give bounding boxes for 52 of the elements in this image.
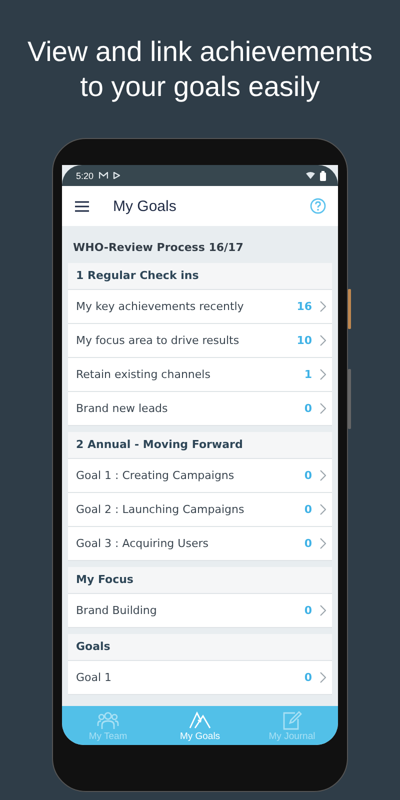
chevron-icon xyxy=(320,504,326,515)
goal-row[interactable]: Goal 3 : Acquiring Users 0 xyxy=(68,527,332,561)
goal-row[interactable]: Goal 1 : Creating Campaigns 0 xyxy=(68,459,332,493)
goal-row[interactable]: My focus area to drive results 10 xyxy=(68,324,332,358)
goal-label: My key achievements recently xyxy=(76,300,245,313)
section-header: Goals xyxy=(68,634,332,661)
goal-row[interactable]: Brand Building 0 xyxy=(68,594,332,628)
goal-count: 16 xyxy=(296,300,312,313)
goal-count: 0 xyxy=(304,469,312,482)
wifi-icon xyxy=(306,172,315,179)
section-header: 1 Regular Check ins xyxy=(68,263,332,290)
goal-count: 0 xyxy=(304,604,312,617)
section-header: My Focus xyxy=(68,567,332,594)
page-title: WHO-Review Process 16/17 xyxy=(72,240,244,256)
goal-label: Brand new leads xyxy=(76,402,169,415)
mountain-icon xyxy=(189,710,211,730)
goal-label: Goal 1 xyxy=(76,671,113,684)
chevron-icon xyxy=(320,301,326,312)
goal-row[interactable]: Goal 2 : Launching Campaigns 0 xyxy=(68,493,332,527)
status-time: 5:20 xyxy=(76,170,94,180)
chevron-icon xyxy=(320,672,326,683)
goal-row[interactable]: Retain existing channels 1 xyxy=(68,358,332,392)
goal-count: 0 xyxy=(304,671,312,684)
people-icon xyxy=(97,710,119,730)
section-header: 2 Annual - Moving Forward xyxy=(68,432,332,459)
headline: View and link achievements to your goals easily xyxy=(26,35,374,104)
goal-count: 0 xyxy=(304,537,312,550)
chevron-icon xyxy=(320,470,326,481)
chevron-icon xyxy=(320,605,326,616)
goal-count: 10 xyxy=(296,334,312,347)
goal-count: 0 xyxy=(304,503,312,516)
goal-row[interactable]: Brand new leads 0 xyxy=(68,392,332,426)
goal-label: Goal 3 : Acquiring Users xyxy=(76,537,210,550)
menu-icon[interactable] xyxy=(75,200,89,212)
goal-row[interactable]: My key achievements recently 16 xyxy=(68,290,332,324)
goal-label: Goal 2 : Launching Campaigns xyxy=(76,503,246,516)
chevron-icon xyxy=(320,369,326,380)
goal-label: My focus area to drive results xyxy=(76,334,240,347)
chevron-icon xyxy=(320,403,326,414)
goal-row[interactable]: Goal 1 0 xyxy=(68,661,332,695)
app-title: My Goals xyxy=(113,198,178,214)
goal-count: 1 xyxy=(304,368,312,381)
mail-icon xyxy=(98,172,108,179)
goal-label: Goal 1 : Creating Campaigns xyxy=(76,469,236,482)
chevron-icon xyxy=(320,538,326,549)
goal-label: Brand Building xyxy=(76,604,158,617)
play-icon xyxy=(112,172,120,179)
goal-label: Retain existing channels xyxy=(76,368,212,381)
chevron-icon xyxy=(320,335,326,346)
battery-icon xyxy=(320,170,326,180)
goal-count: 0 xyxy=(304,402,312,415)
pencil-note-icon xyxy=(281,710,303,730)
